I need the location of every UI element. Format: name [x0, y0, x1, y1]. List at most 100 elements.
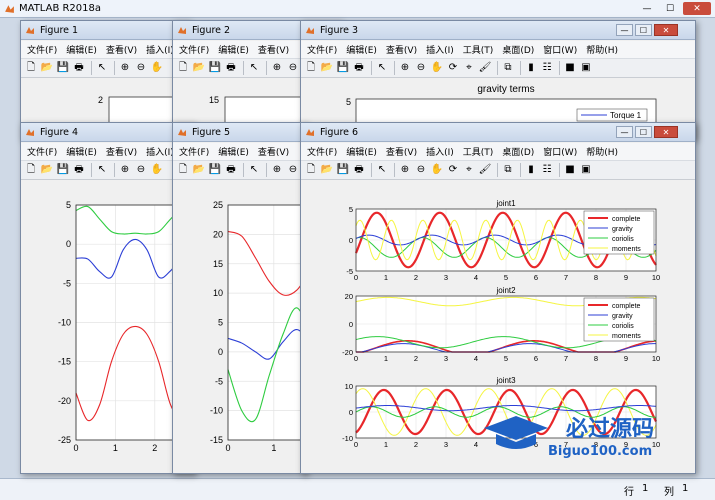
menu-insert[interactable]: 插入(I) — [426, 43, 454, 56]
zoom-in-icon[interactable]: ⊕ — [118, 163, 132, 177]
zoom-out-icon[interactable]: ⊖ — [414, 61, 428, 75]
zoom-out-icon[interactable]: ⊖ — [286, 163, 300, 177]
show-tools-icon[interactable]: ▣ — [579, 61, 593, 75]
menu-help[interactable]: 帮助(H) — [586, 145, 618, 158]
data-cursor-icon[interactable]: ⌖ — [462, 61, 476, 75]
fig6-maximize-button[interactable]: ☐ — [635, 126, 652, 138]
maximize-button[interactable]: ☐ — [660, 2, 680, 15]
menu-file[interactable]: 文件(F) — [307, 145, 337, 158]
menu-insert[interactable]: 插入(I) — [146, 43, 174, 56]
print-icon[interactable]: 🖶 — [352, 61, 366, 75]
pointer-icon[interactable]: ↖ — [95, 163, 109, 177]
open-icon[interactable]: 📂 — [192, 163, 206, 177]
print-icon[interactable]: 🖶 — [72, 61, 86, 75]
figure-4-window[interactable]: Figure 4 文件(F) 编辑(E) 查看(V) 插入(I) 🗋 📂 💾 🖶… — [20, 122, 195, 474]
zoom-in-icon[interactable]: ⊕ — [118, 61, 132, 75]
save-icon[interactable]: 💾 — [56, 163, 70, 177]
menu-help[interactable]: 帮助(H) — [586, 43, 618, 56]
hide-tools-icon[interactable]: ■ — [563, 61, 577, 75]
zoom-in-icon[interactable]: ⊕ — [270, 163, 284, 177]
new-figure-icon[interactable]: 🗋 — [24, 61, 38, 75]
pan-icon[interactable]: ✋ — [430, 163, 444, 177]
legend-icon[interactable]: ☷ — [540, 61, 554, 75]
zoom-out-icon[interactable]: ⊖ — [414, 163, 428, 177]
pan-icon[interactable]: ✋ — [430, 61, 444, 75]
menu-edit[interactable]: 编辑(E) — [66, 145, 97, 158]
zoom-in-icon[interactable]: ⊕ — [270, 61, 284, 75]
pointer-icon[interactable]: ↖ — [95, 61, 109, 75]
brush-icon[interactable]: 🖌 — [478, 61, 492, 75]
figure-1-titlebar[interactable]: Figure 1 — [21, 21, 189, 40]
zoom-out-icon[interactable]: ⊖ — [286, 61, 300, 75]
open-icon[interactable]: 📂 — [40, 163, 54, 177]
print-icon[interactable]: 🖶 — [224, 61, 238, 75]
fig6-close-button[interactable]: ✕ — [654, 126, 678, 138]
zoom-in-icon[interactable]: ⊕ — [398, 61, 412, 75]
brush-icon[interactable]: 🖌 — [478, 163, 492, 177]
fig3-maximize-button[interactable]: ☐ — [635, 24, 652, 36]
new-figure-icon[interactable]: 🗋 — [304, 163, 318, 177]
menu-view[interactable]: 查看(V) — [386, 43, 417, 56]
legend-icon[interactable]: ☷ — [540, 163, 554, 177]
pointer-icon[interactable]: ↖ — [247, 61, 261, 75]
show-tools-icon[interactable]: ▣ — [579, 163, 593, 177]
menu-tools[interactable]: 工具(T) — [463, 145, 494, 158]
fig6-minimize-button[interactable]: — — [616, 126, 633, 138]
new-figure-icon[interactable]: 🗋 — [24, 163, 38, 177]
open-icon[interactable]: 📂 — [320, 61, 334, 75]
fig3-close-button[interactable]: ✕ — [654, 24, 678, 36]
open-icon[interactable]: 📂 — [320, 163, 334, 177]
rotate-icon[interactable]: ⟳ — [446, 61, 460, 75]
menu-view[interactable]: 查看(V) — [386, 145, 417, 158]
figure-5-titlebar[interactable]: Figure 5 — [173, 123, 306, 142]
open-icon[interactable]: 📂 — [192, 61, 206, 75]
save-icon[interactable]: 💾 — [208, 163, 222, 177]
zoom-in-icon[interactable]: ⊕ — [398, 163, 412, 177]
menu-insert[interactable]: 插入(I) — [426, 145, 454, 158]
menu-view[interactable]: 查看(V) — [258, 145, 289, 158]
figure-3-titlebar[interactable]: Figure 3 — ☐ ✕ — [301, 21, 695, 40]
menu-file[interactable]: 文件(F) — [179, 145, 209, 158]
minimize-button[interactable]: — — [637, 2, 657, 15]
zoom-out-icon[interactable]: ⊖ — [134, 61, 148, 75]
menu-file[interactable]: 文件(F) — [27, 145, 57, 158]
pointer-icon[interactable]: ↖ — [375, 61, 389, 75]
menu-view[interactable]: 查看(V) — [106, 145, 137, 158]
figure-4-titlebar[interactable]: Figure 4 — [21, 123, 194, 142]
menu-desktop[interactable]: 桌面(D) — [502, 43, 534, 56]
figure-6-titlebar[interactable]: Figure 6 — ☐ ✕ — [301, 123, 695, 142]
menu-edit[interactable]: 编辑(E) — [346, 43, 377, 56]
link-icon[interactable]: ⧉ — [501, 61, 515, 75]
print-icon[interactable]: 🖶 — [224, 163, 238, 177]
menu-desktop[interactable]: 桌面(D) — [502, 145, 534, 158]
hide-tools-icon[interactable]: ■ — [563, 163, 577, 177]
menu-file[interactable]: 文件(F) — [179, 43, 209, 56]
rotate-icon[interactable]: ⟳ — [446, 163, 460, 177]
new-figure-icon[interactable]: 🗋 — [304, 61, 318, 75]
figure-5-window[interactable]: Figure 5 文件(F) 编辑(E) 查看(V) 🗋 📂 💾 🖶 ↖ ⊕ ⊖… — [172, 122, 307, 474]
menu-file[interactable]: 文件(F) — [307, 43, 337, 56]
menu-view[interactable]: 查看(V) — [258, 43, 289, 56]
pointer-icon[interactable]: ↖ — [375, 163, 389, 177]
new-figure-icon[interactable]: 🗋 — [176, 163, 190, 177]
menu-view[interactable]: 查看(V) — [106, 43, 137, 56]
colorbar-icon[interactable]: ▮ — [524, 61, 538, 75]
menu-edit[interactable]: 编辑(E) — [218, 145, 249, 158]
open-icon[interactable]: 📂 — [40, 61, 54, 75]
menu-file[interactable]: 文件(F) — [27, 43, 57, 56]
menu-window[interactable]: 窗口(W) — [543, 43, 577, 56]
fig3-minimize-button[interactable]: — — [616, 24, 633, 36]
menu-edit[interactable]: 编辑(E) — [66, 43, 97, 56]
link-icon[interactable]: ⧉ — [501, 163, 515, 177]
menu-insert[interactable]: 插入(I) — [146, 145, 174, 158]
data-cursor-icon[interactable]: ⌖ — [462, 163, 476, 177]
close-button[interactable]: ✕ — [683, 2, 711, 15]
pointer-icon[interactable]: ↖ — [247, 163, 261, 177]
new-figure-icon[interactable]: 🗋 — [176, 61, 190, 75]
save-icon[interactable]: 💾 — [56, 61, 70, 75]
menu-edit[interactable]: 编辑(E) — [346, 145, 377, 158]
colorbar-icon[interactable]: ▮ — [524, 163, 538, 177]
save-icon[interactable]: 💾 — [208, 61, 222, 75]
save-icon[interactable]: 💾 — [336, 61, 350, 75]
pan-icon[interactable]: ✋ — [150, 163, 164, 177]
